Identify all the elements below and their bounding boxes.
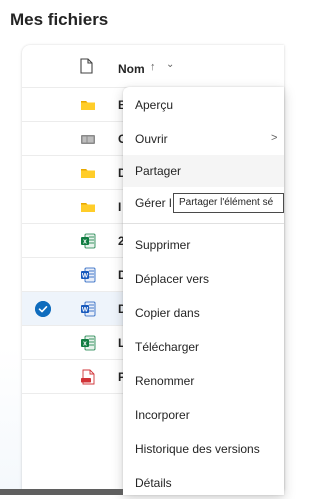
folder-icon (81, 169, 95, 178)
pdf-icon (81, 369, 95, 385)
word-icon: W (81, 267, 96, 283)
menu-item-telecharger[interactable]: Télécharger (123, 331, 284, 363)
context-menu: Aperçu Ouvrir > Partager Gérer l Supprim… (123, 87, 284, 495)
chevron-down-icon[interactable]: ⌄ (166, 59, 174, 70)
menu-item-label: Partager (135, 164, 182, 178)
tooltip-text: Partager l'élément sé (179, 197, 274, 208)
chevron-right-icon: > (271, 132, 278, 144)
file-type-header-icon (80, 58, 93, 74)
menu-item-label: Aperçu (135, 98, 174, 112)
menu-item-supprimer[interactable]: Supprimer (123, 229, 284, 261)
menu-item-copier[interactable]: Copier dans (123, 297, 284, 329)
menu-item-label: Supprimer (135, 238, 191, 252)
excel-icon: x (81, 335, 96, 351)
page-title: Mes fichiers (10, 10, 109, 29)
menu-item-label: Gérer l (135, 196, 172, 210)
menu-item-apercu[interactable]: Aperçu (123, 89, 284, 121)
svg-text:W: W (82, 307, 89, 314)
menu-item-label: Télécharger (135, 340, 200, 354)
menu-item-label: Incorporer (135, 408, 190, 422)
menu-item-details[interactable]: Détails (123, 467, 284, 499)
menu-item-label: Copier dans (135, 306, 200, 320)
bottom-bar (0, 489, 123, 495)
column-header-name[interactable]: Nom (118, 62, 145, 76)
menu-divider (123, 223, 284, 224)
menu-item-label: Détails (135, 476, 172, 490)
menu-item-renommer[interactable]: Renommer (123, 365, 284, 397)
folder-icon (81, 101, 95, 110)
menu-item-label: Renommer (135, 374, 195, 388)
svg-text:W: W (82, 273, 89, 280)
menu-item-deplacer[interactable]: Déplacer vers (123, 263, 284, 295)
menu-item-partager[interactable]: Partager (123, 155, 284, 187)
svg-text:x: x (83, 239, 87, 246)
folder-icon (81, 203, 95, 212)
list-header: Nom ↑ ⌄ (22, 45, 284, 88)
file-name[interactable]: I (118, 200, 121, 214)
checkmark-icon[interactable] (35, 301, 51, 317)
menu-item-ouvrir[interactable]: Ouvrir > (123, 123, 284, 155)
tooltip: Partager l'élément sé (173, 193, 284, 213)
excel-icon: x (81, 233, 96, 249)
menu-item-incorporer[interactable]: Incorporer (123, 399, 284, 431)
album-icon (81, 135, 95, 144)
word-icon: W (81, 301, 96, 317)
menu-item-historique[interactable]: Historique des versions (123, 433, 284, 465)
menu-item-label: Ouvrir (135, 132, 168, 146)
menu-item-label: Historique des versions (135, 442, 260, 456)
sort-ascending-icon[interactable]: ↑ (150, 61, 156, 73)
menu-item-label: Déplacer vers (135, 272, 210, 286)
svg-text:x: x (83, 341, 87, 348)
